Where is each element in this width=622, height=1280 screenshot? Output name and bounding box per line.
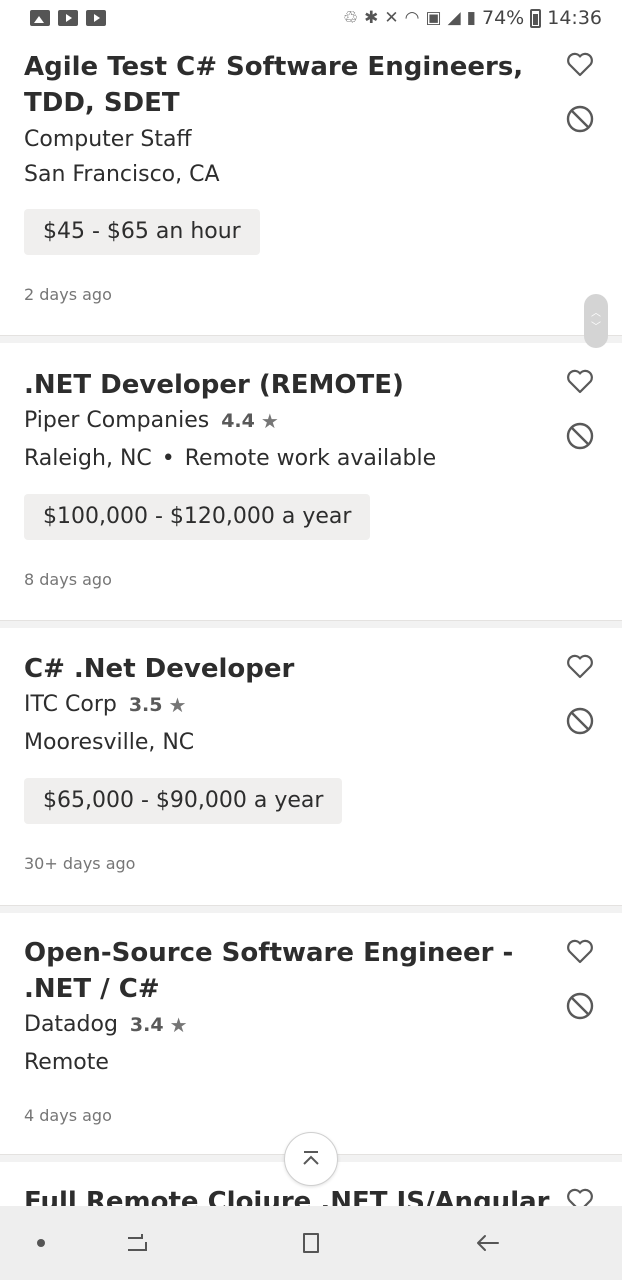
- job-title[interactable]: Open-Source Software Engineer - .NET / C…: [24, 935, 554, 1007]
- star-icon: ★: [168, 693, 187, 717]
- job-title[interactable]: Agile Test C# Software Engineers, TDD, S…: [24, 49, 554, 121]
- status-left-icons: [30, 10, 106, 26]
- chevron-up-icon: ︿: [591, 308, 601, 319]
- heart-icon[interactable]: [564, 935, 596, 967]
- status-bar: ♲ ✱ ✕ ◠ ▣ ◢ ▮ 74% 14:36: [0, 0, 622, 36]
- heart-icon[interactable]: [564, 365, 596, 397]
- company-rating: 3.4: [129, 1014, 164, 1036]
- chevron-up-icon: [303, 1151, 319, 1165]
- job-card[interactable]: .NET Developer (REMOTE) Piper Companies …: [0, 343, 622, 621]
- company-row: ITC Corp 3.5 ★: [24, 688, 186, 722]
- bluetooth-icon: ✱: [364, 8, 379, 28]
- scrollbar-handle[interactable]: ︿ ﹀: [584, 294, 608, 348]
- company-row: Piper Companies 4.4 ★: [24, 404, 279, 438]
- job-list[interactable]: Agile Test C# Software Engineers, TDD, S…: [0, 36, 622, 1206]
- company-name: Piper Companies: [24, 408, 210, 433]
- signal-icon: ◢: [447, 8, 461, 28]
- youtube-icon: [86, 10, 106, 26]
- star-icon: ★: [260, 409, 279, 433]
- gallery-icon: [30, 10, 50, 26]
- job-title[interactable]: C# .Net Developer: [24, 651, 554, 687]
- block-icon[interactable]: [564, 420, 596, 452]
- location-text: Raleigh, NC: [24, 446, 152, 471]
- block-icon[interactable]: [564, 705, 596, 737]
- status-right: ♲ ✱ ✕ ◠ ▣ ◢ ▮ 74% 14:36: [343, 7, 602, 29]
- job-card[interactable]: C# .Net Developer ITC Corp 3.5 ★ Mooresv…: [0, 628, 622, 906]
- company-rating: 3.5: [128, 694, 163, 716]
- location-text: Remote: [24, 1050, 109, 1075]
- job-location: Remote: [24, 1046, 109, 1080]
- clock: 14:36: [547, 7, 602, 29]
- back-to-top-button[interactable]: [284, 1132, 338, 1186]
- job-card[interactable]: Open-Source Software Engineer - .NET / C…: [0, 913, 622, 1155]
- sim-1-icon: ▣: [425, 8, 442, 28]
- company-name: ITC Corp: [24, 692, 117, 717]
- company-name: Computer Staff: [24, 127, 192, 152]
- battery-percent: 74%: [482, 7, 525, 29]
- job-location: Mooresville, NC: [24, 726, 194, 760]
- company-row: Datadog 3.4 ★: [24, 1008, 188, 1042]
- job-title[interactable]: .NET Developer (REMOTE): [24, 367, 554, 403]
- company-rating: 4.4: [221, 410, 255, 432]
- company-name: Datadog: [24, 1012, 118, 1037]
- salary-badge: $65,000 - $90,000 a year: [24, 778, 343, 824]
- remote-text: Remote work available: [184, 446, 437, 471]
- job-location: San Francisco, CA: [24, 158, 220, 192]
- location-text: San Francisco, CA: [24, 162, 220, 187]
- posted-date: 30+ days ago: [24, 854, 136, 873]
- signal-icon: ▮: [466, 8, 476, 28]
- block-icon[interactable]: [564, 103, 596, 135]
- dot-icon[interactable]: [24, 1226, 58, 1260]
- job-card[interactable]: Agile Test C# Software Engineers, TDD, S…: [0, 36, 622, 336]
- separator-dot: •: [161, 446, 175, 471]
- posted-date: 4 days ago: [24, 1106, 112, 1125]
- block-icon[interactable]: [564, 990, 596, 1022]
- data-saver-icon: ♲: [342, 8, 359, 28]
- youtube-icon: [58, 10, 78, 26]
- home-icon[interactable]: [294, 1226, 328, 1260]
- job-location: Raleigh, NC • Remote work available: [24, 442, 436, 476]
- posted-date: 8 days ago: [24, 570, 112, 589]
- heart-icon[interactable]: [564, 48, 596, 80]
- location-text: Mooresville, NC: [24, 730, 195, 755]
- mute-icon: ✕: [384, 8, 399, 28]
- posted-date: 2 days ago: [24, 285, 112, 304]
- back-icon[interactable]: [470, 1226, 504, 1260]
- salary-badge: $100,000 - $120,000 a year: [24, 494, 371, 540]
- company-row: Computer Staff: [24, 123, 192, 157]
- heart-icon[interactable]: [564, 650, 596, 682]
- recent-apps-icon[interactable]: [120, 1226, 154, 1260]
- heart-icon[interactable]: [564, 1184, 596, 1206]
- system-nav-bar: [0, 1206, 622, 1280]
- battery-icon: [530, 8, 542, 28]
- job-title[interactable]: Full Remote Clojure .NET JS/Angular: [24, 1184, 554, 1206]
- wifi-icon: ◠: [404, 8, 420, 28]
- chevron-down-icon: ﹀: [591, 322, 601, 333]
- salary-badge: $45 - $65 an hour: [24, 209, 260, 255]
- star-icon: ★: [169, 1013, 188, 1037]
